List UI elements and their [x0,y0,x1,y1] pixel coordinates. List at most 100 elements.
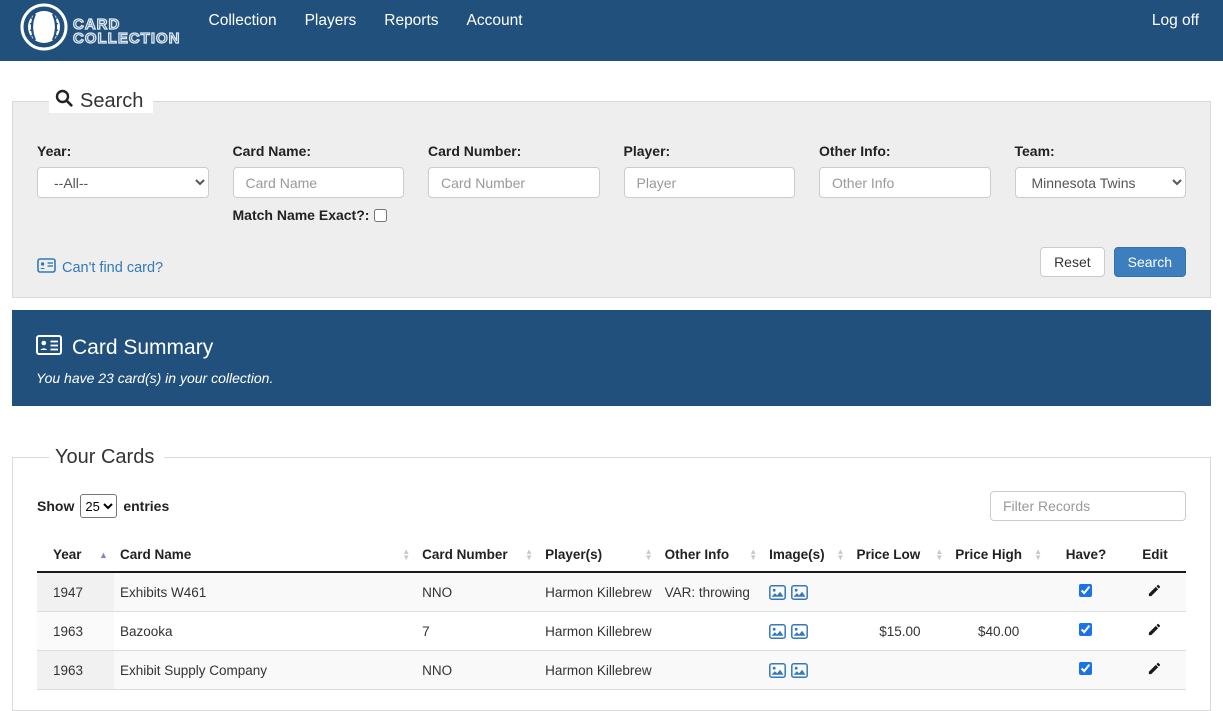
cell-price-low [850,572,949,612]
column-header-label: Year [53,547,82,562]
other-info-label: Other Info: [819,143,991,159]
cant-find-card-link[interactable]: Can't find card? [37,258,163,277]
cell-card-name: Bazooka [114,612,416,651]
column-header-label: Price Low [856,547,920,562]
cell-card-number: NNO [416,572,539,612]
search-icon [55,89,73,113]
cell-have [1048,572,1124,612]
app-logo[interactable]: CARD COLLECTION [20,3,181,54]
nav-item-players[interactable]: Players [291,12,371,30]
column-header-player-s[interactable]: Player(s)▲▼ [539,539,658,572]
cell-edit [1124,612,1186,651]
cell-have [1048,612,1124,651]
image-icon [769,663,786,678]
sort-both-icon: ▲▼ [1034,549,1042,561]
player-input[interactable] [624,167,796,198]
cell-price-low: $15.00 [850,612,949,651]
image-icon [769,624,786,639]
baseball-logo-icon [20,3,68,54]
cell-card-name: Exhibit Supply Company [114,651,416,690]
match-name-exact-label: Match Name Exact?: [233,207,370,223]
your-cards-section: Your Cards Show 25 entries Year▲Card Nam… [12,446,1211,711]
column-header-price-high[interactable]: Price High ▲▼ [949,539,1048,572]
image-thumbnails[interactable] [769,585,844,600]
filter-records-input[interactable] [990,491,1186,521]
table-controls: Show 25 entries [37,491,1186,521]
card-number-field-group: Card Number: [428,143,600,223]
image-thumbnails[interactable] [769,624,844,639]
nav-item-reports[interactable]: Reports [370,12,452,30]
edit-pencil-button[interactable] [1147,583,1162,598]
cards-table-header-row: Year▲Card Name▲▼Card Number▲▼Player(s)▲▼… [37,539,1186,572]
cell-other-info [659,651,764,690]
edit-pencil-button[interactable] [1147,622,1162,637]
column-header-price-low[interactable]: Price Low▲▼ [850,539,949,572]
cell-have [1048,651,1124,690]
your-cards-legend: Your Cards [49,446,164,469]
column-header-label: Card Name [120,547,191,562]
column-header-label: Price High [955,547,1022,562]
team-field-group: Team: Minnesota Twins [1015,143,1187,223]
column-header-label: Other Info [665,547,730,562]
other-info-input[interactable] [819,167,991,198]
card-number-input[interactable] [428,167,600,198]
entries-label: entries [123,498,169,514]
card-summary-title: Card Summary [72,336,213,360]
cell-players: Harmon Killebrew [539,612,658,651]
sort-both-icon: ▲▼ [525,549,533,561]
cell-card-number: NNO [416,651,539,690]
column-header-label: Card Number [422,547,508,562]
cell-other-info [659,612,764,651]
card-name-input[interactable] [233,167,405,198]
log-off-link[interactable]: Log off [1152,12,1199,30]
column-header-card-number[interactable]: Card Number ▲▼ [416,539,539,572]
cell-players: Harmon Killebrew [539,572,658,612]
column-header-label: Image(s) [769,547,825,562]
column-header-have: Have? [1048,539,1124,572]
cell-edit [1124,651,1186,690]
column-header-other-info[interactable]: Other Info▲▼ [659,539,764,572]
reset-button[interactable]: Reset [1040,247,1105,277]
sort-both-icon: ▲▼ [837,549,845,561]
cant-find-card-label: Can't find card? [62,260,163,276]
entries-per-page-select[interactable]: 25 [80,494,117,518]
image-thumbnails[interactable] [769,663,844,678]
have-checkbox[interactable] [1079,623,1092,636]
table-row: 1963 Bazooka 7 Harmon Killebrew $15.00 $… [37,612,1186,651]
nav-item-account[interactable]: Account [453,12,537,30]
match-name-exact-group: Match Name Exact?: [233,207,405,223]
team-select[interactable]: Minnesota Twins [1015,167,1187,198]
search-button[interactable]: Search [1114,247,1186,277]
cell-edit [1124,572,1186,612]
year-field-group: Year: --All-- [37,143,209,223]
card-name-label: Card Name: [233,143,405,159]
edit-pencil-button[interactable] [1147,661,1162,676]
image-icon [791,663,808,678]
image-icon [791,624,808,639]
image-icon [791,585,808,600]
column-header-year[interactable]: Year▲ [37,539,114,572]
column-header-card-name[interactable]: Card Name▲▼ [114,539,416,572]
cell-card-name: Exhibits W461 [114,572,416,612]
year-select[interactable]: --All-- [37,167,209,198]
nav-menu: CollectionPlayersReportsAccount [195,12,537,30]
column-header-label: Player(s) [545,547,602,562]
year-label: Year: [37,143,209,159]
column-header-image-s[interactable]: Image(s) ▲▼ [763,539,850,572]
team-label: Team: [1015,143,1187,159]
cards-table: Year▲Card Name▲▼Card Number▲▼Player(s)▲▼… [37,539,1186,690]
logo-wordmark: CARD COLLECTION [73,18,181,46]
show-label: Show [37,498,74,514]
match-name-exact-checkbox[interactable] [374,209,387,222]
cell-images [763,572,850,612]
card-summary-count-text: You have 23 card(s) in your collection. [36,370,1187,386]
have-checkbox[interactable] [1079,584,1092,597]
cell-year: 1963 [37,651,114,690]
cell-images [763,651,850,690]
cell-year: 1963 [37,612,114,651]
nav-item-collection[interactable]: Collection [195,12,291,30]
id-card-icon [37,258,56,277]
cell-price-high: $40.00 [949,612,1048,651]
have-checkbox[interactable] [1079,662,1092,675]
table-row: 1947 Exhibits W461 NNO Harmon Killebrew … [37,572,1186,612]
